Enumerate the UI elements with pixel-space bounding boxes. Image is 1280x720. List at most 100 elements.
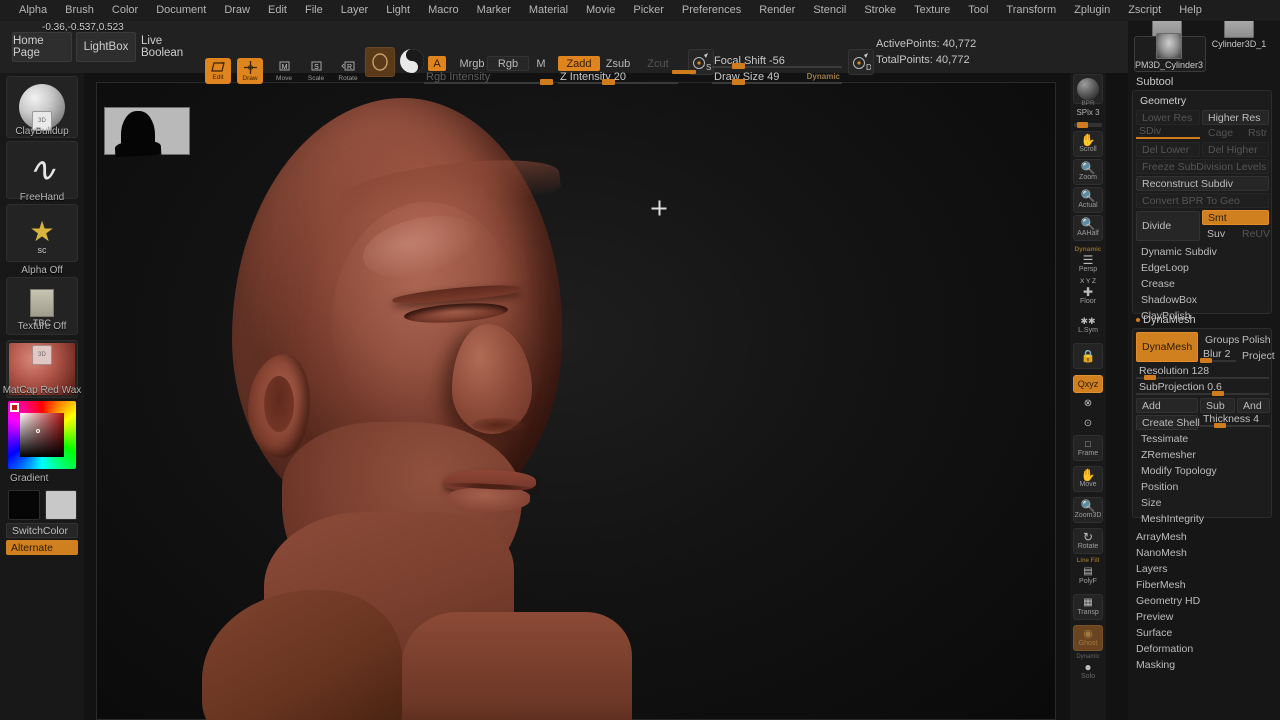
- rotate-q-button-2[interactable]: ⊙: [1073, 415, 1103, 433]
- slider-knob[interactable]: [1077, 122, 1088, 128]
- geometry-hd-item[interactable]: Geometry HD: [1136, 595, 1200, 607]
- size-item[interactable]: Size: [1141, 497, 1161, 509]
- primary-color-swatch[interactable]: [8, 490, 40, 520]
- lower-res-button[interactable]: Lower Res: [1136, 110, 1200, 125]
- add-button[interactable]: Add: [1136, 398, 1198, 413]
- arraymesh-item[interactable]: ArrayMesh: [1136, 531, 1187, 543]
- fibermesh-item[interactable]: FiberMesh: [1136, 579, 1186, 591]
- ghost-button[interactable]: ◉ Ghost: [1073, 625, 1103, 651]
- menu-item-macro[interactable]: Macro: [419, 0, 468, 21]
- qxyz-button[interactable]: Qxyz: [1073, 375, 1103, 393]
- rotate-mode-button[interactable]: R Rotate: [335, 58, 361, 84]
- slider-knob[interactable]: [732, 79, 745, 85]
- menu-item-movie[interactable]: Movie: [577, 0, 624, 21]
- scale-mode-button[interactable]: S Scale: [303, 58, 329, 84]
- aahalf-button[interactable]: 🔍 AAHalf: [1073, 215, 1103, 241]
- alpha-slot[interactable]: ★ sc: [6, 204, 78, 262]
- m-button[interactable]: M: [530, 56, 552, 71]
- resolution-slider[interactable]: Resolution 128: [1136, 365, 1269, 380]
- dynamesh-section-header[interactable]: DynaMesh: [1143, 314, 1196, 326]
- alpha-toggle-button[interactable]: A: [428, 56, 446, 71]
- rgb-intensity-slider[interactable]: Rgb Intensity: [424, 71, 554, 85]
- menu-item-file[interactable]: File: [296, 0, 332, 21]
- reconstruct-subdiv-button[interactable]: Reconstruct Subdiv: [1136, 176, 1269, 191]
- higher-res-button[interactable]: Higher Res: [1202, 110, 1269, 125]
- thickness-slider[interactable]: Thickness 4: [1200, 413, 1270, 428]
- position-item[interactable]: Position: [1141, 481, 1178, 493]
- reuv-button[interactable]: ReUV: [1237, 226, 1270, 241]
- shadowbox-item[interactable]: ShadowBox: [1141, 294, 1197, 306]
- slider-knob[interactable]: [732, 63, 745, 69]
- menu-item-preferences[interactable]: Preferences: [673, 0, 750, 21]
- menu-item-alpha[interactable]: Alpha: [10, 0, 56, 21]
- rotate-view-button[interactable]: ↻ Rotate: [1073, 528, 1103, 554]
- convert-bpr-to-geo-button[interactable]: Convert BPR To Geo: [1136, 193, 1269, 208]
- home-page-button[interactable]: Home Page: [12, 32, 72, 62]
- menu-item-material[interactable]: Material: [520, 0, 577, 21]
- divide-button[interactable]: Divide: [1136, 211, 1200, 241]
- menu-item-brush[interactable]: Brush: [56, 0, 103, 21]
- move-gizmo-button[interactable]: ✋ Move: [1073, 466, 1103, 492]
- menu-item-marker[interactable]: Marker: [468, 0, 520, 21]
- zremesher-item[interactable]: ZRemesher: [1141, 449, 1196, 461]
- menu-item-color[interactable]: Color: [103, 0, 147, 21]
- del-higher-button[interactable]: Del Higher: [1202, 142, 1269, 157]
- geometry-header[interactable]: Geometry: [1135, 93, 1269, 108]
- frame-button[interactable]: □ Frame: [1073, 435, 1103, 461]
- menu-item-zscript[interactable]: Zscript: [1119, 0, 1170, 21]
- edgeloop-item[interactable]: EdgeLoop: [1141, 262, 1189, 274]
- masking-item[interactable]: Masking: [1136, 659, 1175, 671]
- local-symmetry-button[interactable]: ✱✱ L.Sym: [1073, 313, 1103, 337]
- switch-color-button[interactable]: SwitchColor: [6, 523, 78, 538]
- rstr-button[interactable]: Rstr: [1242, 125, 1269, 140]
- rgb-button[interactable]: Rgb: [487, 56, 529, 71]
- slider-knob[interactable]: [602, 79, 615, 85]
- lightbox-button[interactable]: LightBox: [76, 32, 136, 62]
- sdiv-slider[interactable]: SDiv: [1136, 125, 1200, 140]
- deformation-item[interactable]: Deformation: [1136, 643, 1193, 655]
- menu-item-tool[interactable]: Tool: [959, 0, 997, 21]
- color-picker-square[interactable]: [20, 413, 64, 457]
- secondary-color-swatch[interactable]: [45, 490, 77, 520]
- zsub-button[interactable]: Zsub: [598, 56, 638, 71]
- smt-button[interactable]: Smt: [1202, 210, 1269, 225]
- transparency-button[interactable]: ▦ Transp: [1073, 594, 1103, 620]
- spix-slider[interactable]: [1074, 122, 1102, 128]
- menu-item-render[interactable]: Render: [750, 0, 804, 21]
- dynamesh-button[interactable]: DynaMesh: [1136, 332, 1198, 362]
- rotate-q-button-1[interactable]: ⊗: [1073, 395, 1103, 413]
- persp-button[interactable]: ☰ Persp: [1073, 253, 1103, 275]
- zadd-button[interactable]: Zadd: [558, 56, 600, 71]
- slider-knob[interactable]: [1144, 374, 1156, 380]
- slider-knob[interactable]: [1212, 390, 1224, 396]
- live-boolean-button[interactable]: Live Boolean: [140, 32, 196, 62]
- menu-item-draw[interactable]: Draw: [215, 0, 259, 21]
- and-button[interactable]: And: [1237, 398, 1270, 413]
- menu-item-picker[interactable]: Picker: [624, 0, 673, 21]
- tessimate-item[interactable]: Tessimate: [1141, 433, 1188, 445]
- sculpted-head-model[interactable]: [152, 92, 632, 720]
- subprojection-slider[interactable]: SubProjection 0.6: [1136, 381, 1269, 396]
- freeze-subdivision-button[interactable]: Freeze SubDivision Levels: [1136, 159, 1269, 174]
- slider-knob[interactable]: [1200, 357, 1212, 363]
- suv-button[interactable]: Suv: [1202, 226, 1235, 241]
- focal-shift-slider[interactable]: Focal Shift -56: [712, 55, 842, 69]
- draw-size-slider[interactable]: Draw Size 49 Dynamic: [712, 71, 842, 85]
- sculpt-canvas[interactable]: [96, 82, 1056, 720]
- menu-item-edit[interactable]: Edit: [259, 0, 296, 21]
- groups-button[interactable]: Groups: [1200, 332, 1240, 347]
- menu-item-zplugin[interactable]: Zplugin: [1065, 0, 1119, 21]
- polish-button[interactable]: Polish: [1237, 332, 1271, 347]
- solo-button[interactable]: ● Solo: [1073, 659, 1103, 683]
- create-shell-button[interactable]: Create Shell: [1136, 415, 1200, 430]
- subtool-pm3d-cylinder3[interactable]: PM3D_Cylinder3: [1135, 33, 1203, 70]
- draw-size-preview-icon[interactable]: D: [848, 49, 874, 75]
- floor-button[interactable]: ✚ Floor: [1073, 285, 1103, 307]
- stroke-slot[interactable]: ∿: [6, 141, 78, 199]
- zoom3d-button[interactable]: 🔍 Zoom3D: [1073, 497, 1103, 523]
- menu-item-document[interactable]: Document: [147, 0, 215, 21]
- z-intensity-slider[interactable]: Z Intensity 20: [558, 71, 678, 85]
- brush-preview-swatch[interactable]: [365, 47, 395, 77]
- edit-mode-button[interactable]: Edit: [205, 58, 231, 84]
- zoom-button[interactable]: 🔍 Zoom: [1073, 159, 1103, 185]
